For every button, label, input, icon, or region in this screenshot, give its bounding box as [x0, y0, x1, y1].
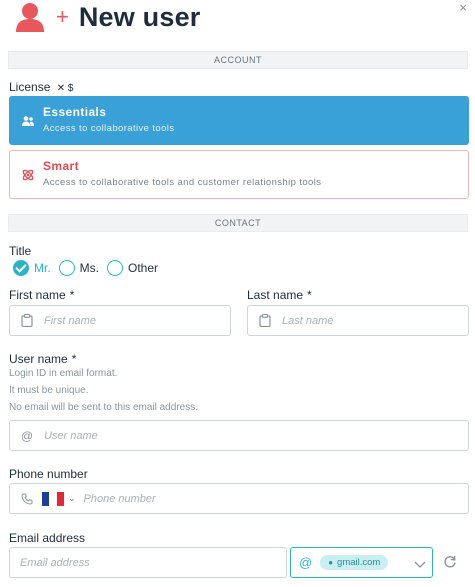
chevron-down-icon[interactable]: ⌄ — [68, 493, 76, 504]
radio-button[interactable] — [107, 260, 124, 276]
users-icon — [21, 114, 35, 128]
license-label: License ✕ $ — [9, 80, 74, 94]
plus-icon: + — [56, 4, 69, 29]
first-name-label: First name * — [9, 288, 75, 302]
user-name-hint: No email will be sent to this email addr… — [9, 402, 198, 413]
radio-mr[interactable]: Mr. — [13, 260, 51, 276]
radio-other[interactable]: Other — [107, 260, 158, 276]
last-name-label: Last name * — [247, 288, 312, 302]
license-name: Smart — [43, 159, 80, 173]
close-icon[interactable]: × — [459, 0, 467, 15]
refresh-icon[interactable] — [443, 554, 459, 570]
radio-checked-icon[interactable] — [13, 260, 29, 276]
license-description: Access to collaborative tools — [43, 123, 175, 134]
page-title: New user — [78, 1, 201, 32]
phone-field[interactable]: ⌄ Phone number — [9, 483, 469, 514]
at-icon: @ — [299, 555, 313, 570]
dialog-header: + New user — [14, 0, 201, 34]
clipboard-icon — [20, 314, 34, 328]
user-icon — [14, 2, 46, 32]
license-tool-icons: ✕ $ — [56, 83, 74, 94]
first-name-field[interactable]: First name — [9, 305, 231, 336]
phone-icon — [20, 492, 34, 506]
radio-ms[interactable]: Ms. — [58, 260, 99, 276]
license-description: Access to collaborative tools and custom… — [43, 177, 322, 188]
at-icon: @ — [20, 428, 34, 443]
user-name-field[interactable]: @ User name — [9, 420, 469, 451]
section-account: ACCOUNT — [8, 51, 468, 69]
user-name-hint: Login ID in email format. — [9, 368, 118, 379]
france-flag-icon[interactable] — [42, 491, 64, 506]
title-radio-group: Mr. Ms. Other — [13, 260, 166, 276]
email-label: Email address — [9, 531, 86, 545]
last-name-field[interactable]: Last name — [247, 305, 469, 336]
title-label: Title — [9, 244, 32, 258]
chevron-down-icon[interactable] — [414, 556, 426, 568]
email-domain-select[interactable]: @ ● gmail.com — [290, 547, 433, 578]
atom-icon — [21, 168, 35, 182]
phone-label: Phone number — [9, 467, 88, 481]
email-field[interactable]: Email address — [9, 547, 287, 578]
user-name-label: User name * — [9, 352, 77, 366]
radio-button[interactable] — [58, 260, 75, 276]
license-name: Essentials — [43, 105, 107, 119]
license-option-smart[interactable]: Smart Access to collaborative tools and … — [9, 150, 469, 199]
user-name-hint: It must be unique. — [9, 385, 89, 396]
clipboard-icon — [258, 314, 272, 328]
user-icon: ● — [328, 558, 334, 567]
section-contact: CONTACT — [8, 214, 468, 232]
domain-badge: ● gmail.com — [320, 555, 389, 570]
license-option-essentials[interactable]: Essentials Access to collaborative tools — [9, 96, 469, 145]
